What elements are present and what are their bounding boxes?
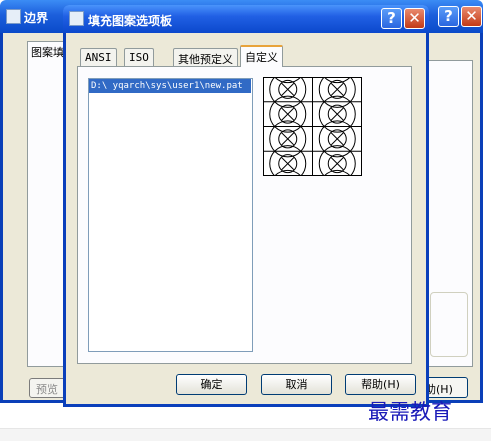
help-button[interactable]: 帮助(H) xyxy=(345,374,416,395)
pattern-preview-icon xyxy=(263,77,362,176)
pattern-file-list[interactable] xyxy=(88,78,253,352)
close-icon[interactable]: ✕ xyxy=(461,6,482,27)
help-icon[interactable]: ? xyxy=(438,6,459,27)
close-icon[interactable]: ✕ xyxy=(404,8,425,29)
dialog-title: 填充图案选项板 xyxy=(88,14,173,28)
app-icon xyxy=(6,9,21,24)
ok-button[interactable]: 确定 xyxy=(176,374,247,395)
preview-button[interactable]: 预览 xyxy=(29,378,67,398)
help-icon[interactable]: ? xyxy=(381,8,402,29)
app-icon xyxy=(69,11,84,26)
background-group-box xyxy=(430,292,468,357)
cancel-button[interactable]: 取消 xyxy=(261,374,332,395)
tab-ansi[interactable]: ANSI xyxy=(80,48,117,66)
footer-bar xyxy=(0,428,491,441)
tab-hatch[interactable]: 图案填 xyxy=(27,41,67,61)
watermark: 最需教育 xyxy=(368,400,452,424)
tab-other-predefined[interactable]: 其他预定义 xyxy=(173,48,238,66)
tab-custom[interactable]: 自定义 xyxy=(240,45,283,67)
tab-iso[interactable]: ISO xyxy=(124,48,154,66)
background-dialog-title: 边界 xyxy=(24,11,49,25)
list-item[interactable]: D:\ yqarch\sys\user1\new.pat xyxy=(89,79,251,93)
